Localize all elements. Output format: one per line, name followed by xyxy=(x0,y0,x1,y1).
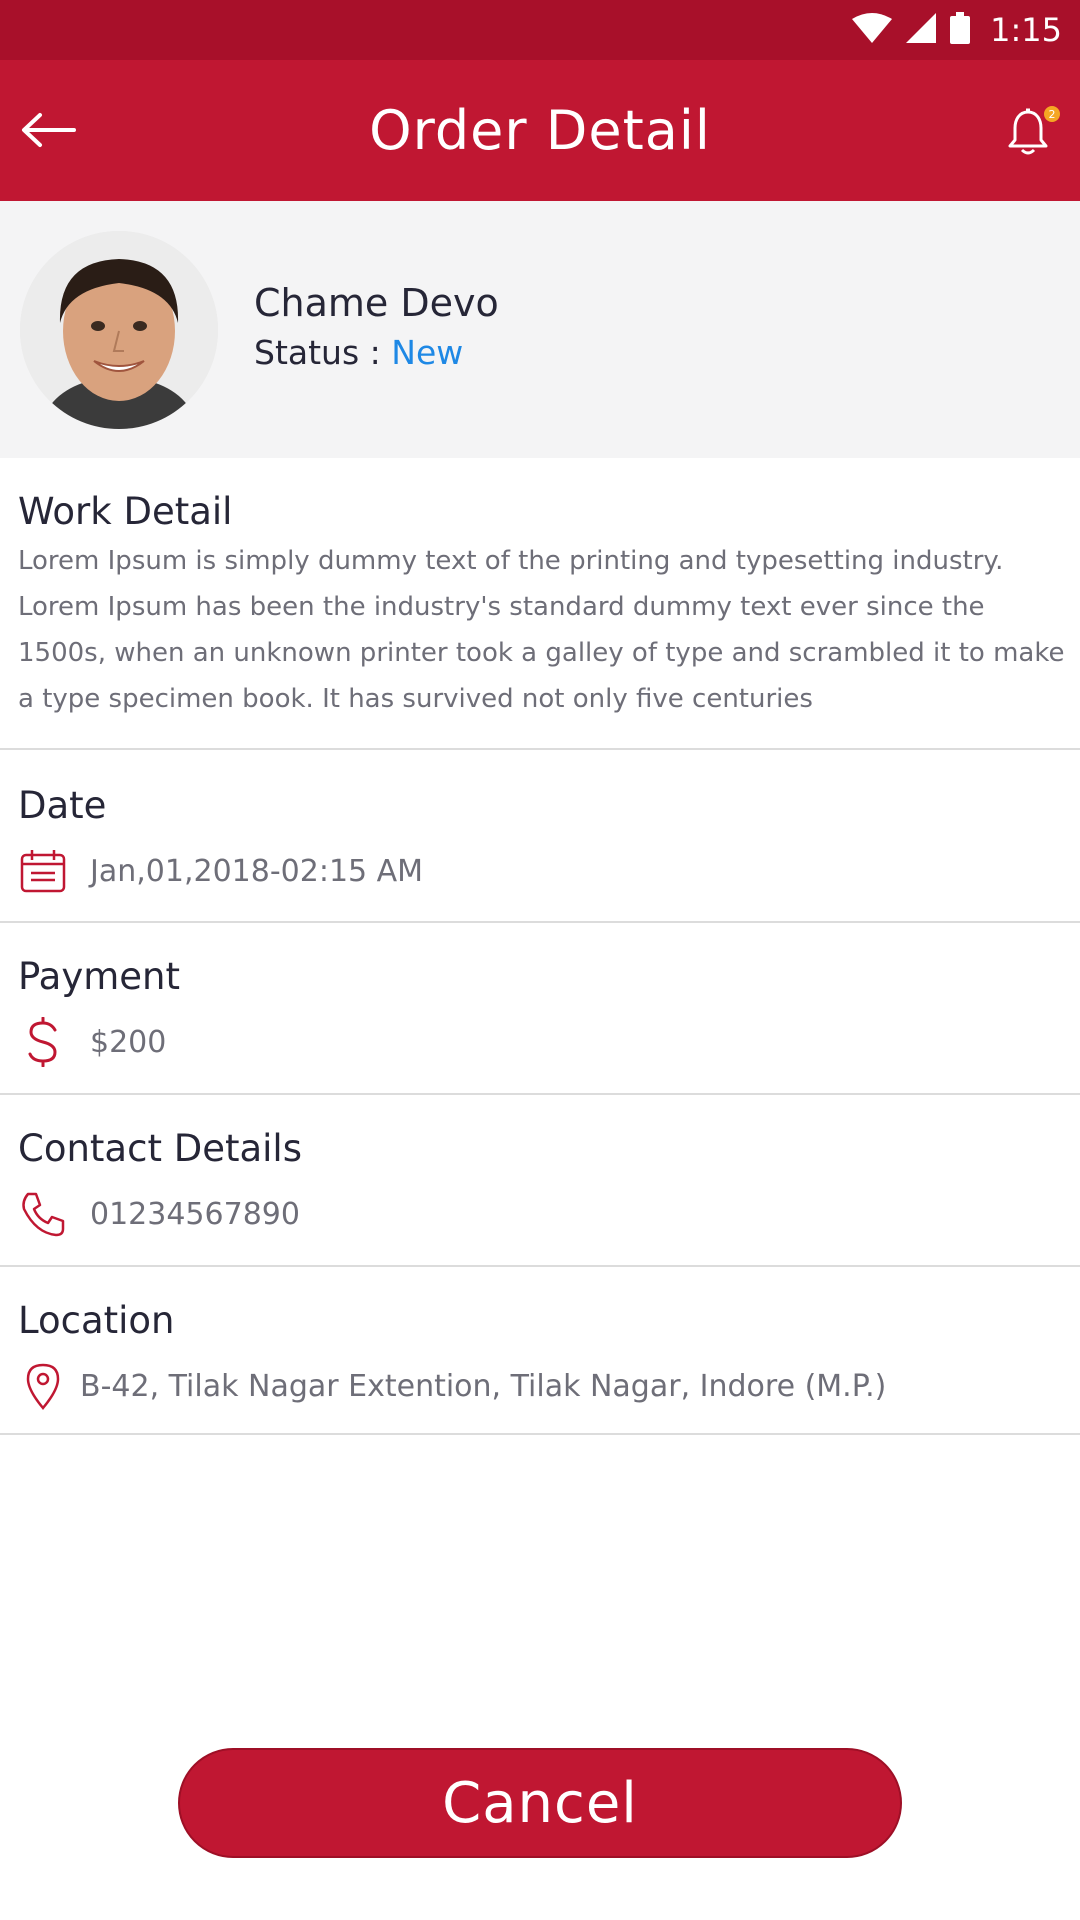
clock: 1:15 xyxy=(990,11,1062,49)
location-heading: Location xyxy=(18,1299,175,1342)
date-section: Date Jan,01,2018-02:15 AM xyxy=(0,750,1080,923)
phone-icon xyxy=(18,1189,68,1239)
cancel-button[interactable]: Cancel xyxy=(178,1748,902,1858)
order-status: Status : New xyxy=(254,333,463,372)
work-detail-heading: Work Detail xyxy=(18,490,233,533)
wifi-icon xyxy=(852,13,893,47)
status-label: Status : xyxy=(254,333,392,372)
customer-name: Chame Devo xyxy=(254,281,499,325)
location-section: Location B-42, Tilak Nagar Extention, Ti… xyxy=(0,1267,1080,1435)
contact-row[interactable]: 01234567890 xyxy=(18,1189,300,1239)
payment-heading: Payment xyxy=(18,955,180,998)
app-bar: Order Detail 2 xyxy=(0,60,1080,201)
avatar xyxy=(20,231,218,429)
customer-photo xyxy=(20,231,218,429)
map-pin-icon xyxy=(18,1361,68,1411)
status-value: New xyxy=(391,333,464,372)
phone-value: 01234567890 xyxy=(90,1196,300,1232)
battery-icon xyxy=(950,12,971,48)
dollar-icon xyxy=(18,1017,68,1067)
work-detail-section: Work Detail Lorem Ipsum is simply dummy … xyxy=(0,458,1080,750)
work-detail-text: Lorem Ipsum is simply dummy text of the … xyxy=(18,546,1065,714)
payment-section: Payment $200 xyxy=(0,923,1080,1095)
signal-icon xyxy=(906,13,937,47)
page-title: Order Detail xyxy=(369,99,711,162)
location-value: B-42, Tilak Nagar Extention, Tilak Nagar… xyxy=(80,1368,887,1404)
notification-badge: 2 xyxy=(1044,106,1060,122)
customer-profile: Chame Devo Status : New xyxy=(0,201,1080,458)
date-value: Jan,01,2018-02:15 AM xyxy=(90,853,424,889)
notifications-button[interactable]: 2 xyxy=(1002,102,1062,162)
calendar-icon xyxy=(18,846,68,896)
date-heading: Date xyxy=(18,784,107,827)
contact-heading: Contact Details xyxy=(18,1127,302,1170)
contact-section: Contact Details 01234567890 xyxy=(0,1095,1080,1267)
payment-row: $200 xyxy=(18,1017,166,1067)
location-row: B-42, Tilak Nagar Extention, Tilak Nagar… xyxy=(18,1361,886,1411)
date-row: Jan,01,2018-02:15 AM xyxy=(18,846,423,896)
status-bar: 1:15 xyxy=(0,0,1080,60)
payment-value: $200 xyxy=(90,1024,167,1060)
